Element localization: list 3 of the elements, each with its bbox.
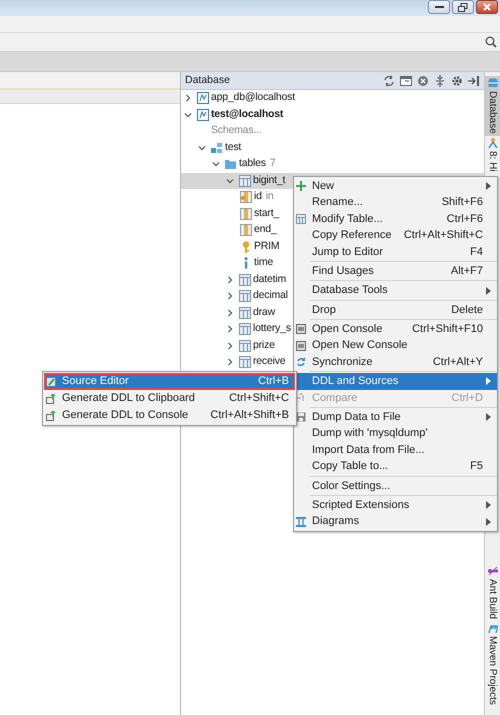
column-type: in xyxy=(266,189,274,204)
panel-title: Database xyxy=(185,72,230,88)
item-count: 7 xyxy=(270,156,276,172)
